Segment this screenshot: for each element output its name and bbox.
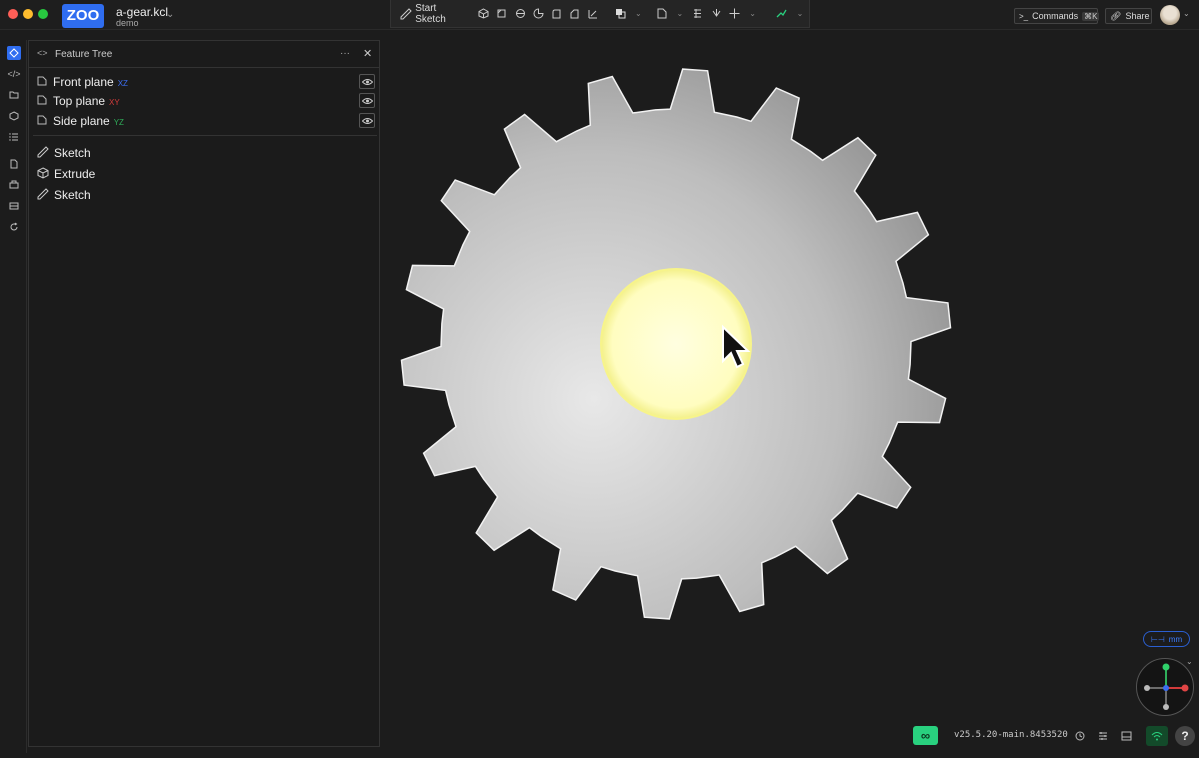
sketch-icon (37, 188, 49, 203)
commands-shortcut: ⌘K (1082, 11, 1100, 21)
plane-icon (37, 95, 47, 108)
fillet-icon[interactable] (550, 7, 562, 21)
visibility-toggle[interactable] (359, 93, 375, 108)
commands-button[interactable]: >_ Commands ⌘K (1014, 8, 1100, 24)
move-icon[interactable] (728, 7, 740, 21)
code-icon: <> (37, 48, 48, 58)
file-name[interactable]: a-gear.kcl (116, 5, 168, 19)
ai-icon[interactable] (776, 7, 788, 21)
plane-axis-tag: XZ (117, 79, 128, 88)
window-zoom-button[interactable] (38, 9, 48, 19)
revolve-icon[interactable] (496, 7, 508, 21)
extrude-icon (37, 167, 49, 182)
shell-icon[interactable] (587, 7, 599, 21)
feature-item-sketch[interactable]: Sketch (29, 144, 379, 162)
close-icon[interactable]: ✕ (363, 47, 372, 60)
share-label: Share (1125, 11, 1150, 21)
ruler-icon: ⊢⊣ (1150, 634, 1165, 644)
orientation-gizmo[interactable] (1136, 658, 1194, 716)
code-icon[interactable]: </> (7, 67, 21, 81)
plane-axis-tag: YZ (113, 118, 124, 127)
plane-row-side[interactable]: Side plane YZ (29, 112, 379, 130)
plane-axis-tag: XY (109, 98, 120, 107)
print-icon[interactable] (7, 178, 21, 192)
boolean-icon[interactable] (614, 7, 626, 21)
zoo-logo[interactable]: ZOO (62, 4, 104, 28)
link-icon: 🔗︎ (1110, 10, 1122, 21)
title-bar: ZOO a-gear.kcl demo ⌄ Start Sketch ⌄ ⌄ ⌄… (0, 0, 1199, 30)
plane-label: Front plane (53, 75, 114, 89)
feature-tree-panel: <> Feature Tree ··· ✕ Front plane XZ Top … (28, 40, 380, 747)
window-close-button[interactable] (8, 9, 18, 19)
plane-icon (37, 76, 47, 89)
chevron-down-icon[interactable]: ⌄ (674, 7, 686, 21)
settings-sliders-icon[interactable] (1096, 729, 1110, 743)
eye-icon (361, 97, 373, 104)
helix-icon[interactable] (692, 7, 704, 21)
avatar[interactable] (1160, 5, 1180, 25)
visibility-toggle[interactable] (359, 113, 375, 128)
live-connection-badge[interactable]: ∞ (913, 726, 938, 745)
chevron-down-icon[interactable]: ⌄ (794, 7, 806, 21)
window-minimize-button[interactable] (23, 9, 33, 19)
extrude-icon[interactable] (478, 7, 490, 21)
sweep-icon[interactable] (514, 7, 526, 21)
feature-label: Extrude (54, 167, 96, 181)
plane-icon[interactable] (655, 7, 667, 21)
version-label: v25.5.20-main.8453520 (954, 730, 1068, 740)
chevron-down-icon[interactable]: ⌄ (1186, 657, 1193, 666)
commands-label: Commands (1032, 11, 1079, 21)
gear-model[interactable] (381, 30, 1199, 753)
unit-label: mm (1168, 634, 1183, 644)
loft-icon[interactable] (532, 7, 544, 21)
chevron-down-icon[interactable]: ⌄ (747, 7, 759, 21)
modeling-toolbar: Start Sketch ⌄ ⌄ ⌄ ⌄ (390, 0, 810, 28)
visibility-toggle[interactable] (359, 74, 375, 89)
cube-icon[interactable] (7, 109, 21, 123)
export-file-icon[interactable] (7, 157, 21, 171)
plane-icon (37, 115, 47, 128)
feature-item-sketch[interactable]: Sketch (29, 186, 379, 204)
plane-row-top[interactable]: Top plane XY (29, 92, 379, 110)
panel-layout-icon[interactable] (1119, 729, 1133, 743)
folder-icon[interactable] (7, 88, 21, 102)
start-sketch-button[interactable]: Start Sketch (415, 3, 462, 25)
help-button[interactable]: ? (1175, 726, 1195, 746)
chevron-down-icon[interactable]: ⌄ (166, 9, 174, 20)
unit-selector[interactable]: ⊢⊣ mm (1143, 631, 1190, 647)
feature-item-extrude[interactable]: Extrude (29, 165, 379, 183)
plane-label: Top plane (53, 94, 106, 108)
feature-tree-title: Feature Tree (55, 49, 113, 60)
sketch-icon (37, 146, 49, 161)
divider (33, 135, 377, 136)
share-button[interactable]: 🔗︎ Share (1105, 8, 1152, 24)
eye-icon (361, 78, 373, 85)
panel-icon[interactable] (7, 199, 21, 213)
plane-label: Side plane (53, 114, 110, 128)
eye-icon (361, 117, 373, 124)
history-icon[interactable] (1073, 729, 1087, 743)
chevron-down-icon[interactable]: ⌄ (632, 7, 644, 21)
terminal-icon: >_ (1019, 11, 1029, 21)
chamfer-icon[interactable] (569, 7, 581, 21)
left-sidebar: </> (0, 40, 27, 753)
list-icon[interactable] (7, 130, 21, 144)
3d-viewport[interactable] (381, 30, 1199, 753)
feature-tree-icon[interactable] (7, 46, 21, 60)
refresh-icon[interactable] (7, 220, 21, 234)
sketch-pencil-icon[interactable] (400, 7, 412, 21)
project-name: demo (116, 18, 139, 28)
transform-icon[interactable] (710, 7, 722, 21)
chevron-down-icon[interactable]: ⌄ (1183, 9, 1190, 18)
more-options-icon[interactable]: ··· (340, 48, 350, 59)
feature-tree-header: <> Feature Tree ··· ✕ (29, 41, 379, 68)
feature-label: Sketch (54, 188, 91, 202)
network-status-icon[interactable] (1146, 726, 1168, 746)
feature-label: Sketch (54, 146, 91, 160)
plane-row-front[interactable]: Front plane XZ (29, 73, 379, 91)
